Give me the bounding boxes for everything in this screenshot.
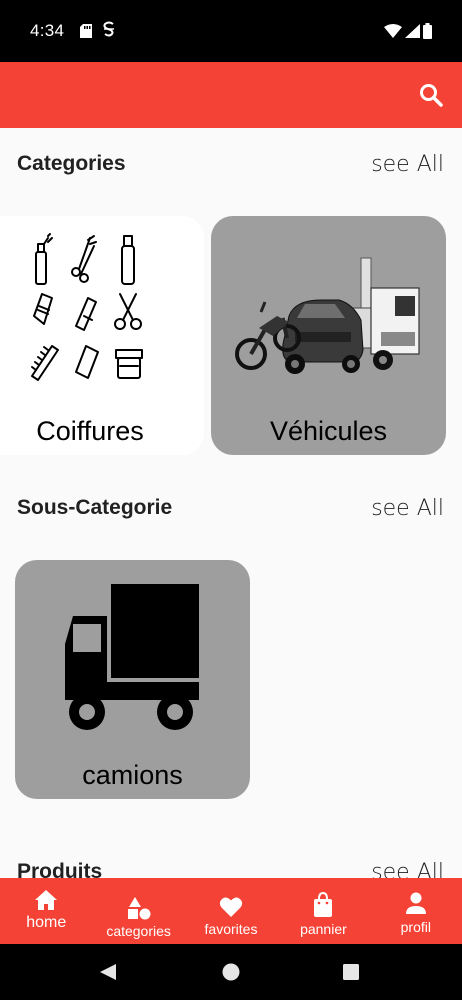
sous-categorie-see-all-link[interactable]: see All [371, 496, 444, 521]
shopping-bag-icon [314, 892, 333, 917]
shapes-icon [127, 897, 151, 920]
battery-icon [423, 23, 432, 44]
produits-title: Produits [17, 860, 103, 878]
sd-card-icon [80, 24, 92, 43]
wifi-icon [384, 24, 402, 43]
status-time: 4:34 [30, 21, 65, 40]
category-label: Véhicules [269, 416, 388, 446]
sous-categorie-header: Sous-Categorie see All [0, 496, 462, 536]
main-content[interactable]: Categories see All Coiffures Véhicules S… [0, 128, 462, 878]
categories-title: Categories [17, 152, 126, 175]
sous-categorie-card-camions[interactable]: camions [15, 560, 250, 799]
produits-header: Produits see All [0, 860, 462, 878]
search-icon[interactable] [416, 80, 448, 112]
system-navigation-bar [0, 944, 462, 1000]
home-icon [35, 890, 58, 910]
category-card-vehicules[interactable]: Véhicules [211, 216, 446, 455]
produits-see-all-link[interactable]: see All [371, 860, 444, 878]
sous-categorie-title: Sous-Categorie [17, 496, 173, 519]
heart-icon [219, 897, 243, 917]
status-icons [384, 23, 432, 44]
back-icon[interactable] [98, 962, 118, 987]
nav-item-categories[interactable]: categories [92, 878, 184, 944]
category-label: Coiffures [36, 416, 144, 446]
nav-item-profil[interactable]: profil [370, 878, 462, 944]
nav-label-favorites: favorites [204, 921, 258, 937]
signal-icon [405, 24, 420, 43]
nav-item-favorites[interactable]: favorites [185, 878, 277, 944]
nav-label-profil: profil [400, 919, 431, 935]
nav-item-home[interactable]: home [0, 878, 92, 944]
nav-label-home: home [26, 914, 67, 931]
motorbike-car-truck-image [235, 257, 420, 374]
notification-icon [102, 21, 116, 42]
nav-item-pannier[interactable]: pannier [277, 878, 369, 944]
categories-see-all-link[interactable]: see All [371, 152, 444, 177]
home-circle-icon[interactable] [221, 962, 241, 987]
truck-icon [65, 584, 199, 730]
categories-header: Categories see All [0, 152, 462, 192]
person-icon [405, 892, 426, 914]
sous-categorie-label: camions [82, 760, 183, 790]
category-card-coiffures[interactable]: Coiffures [0, 216, 204, 455]
hairdressing-tools-image [31, 233, 143, 381]
recents-square-icon[interactable] [342, 963, 360, 986]
nav-label-categories: categories [106, 923, 171, 939]
app-bar [0, 62, 462, 128]
status-bar: 4:34 [0, 0, 462, 62]
nav-label-pannier: pannier [300, 921, 347, 937]
bottom-navigation: home categories favorites pannier profil [0, 878, 462, 944]
